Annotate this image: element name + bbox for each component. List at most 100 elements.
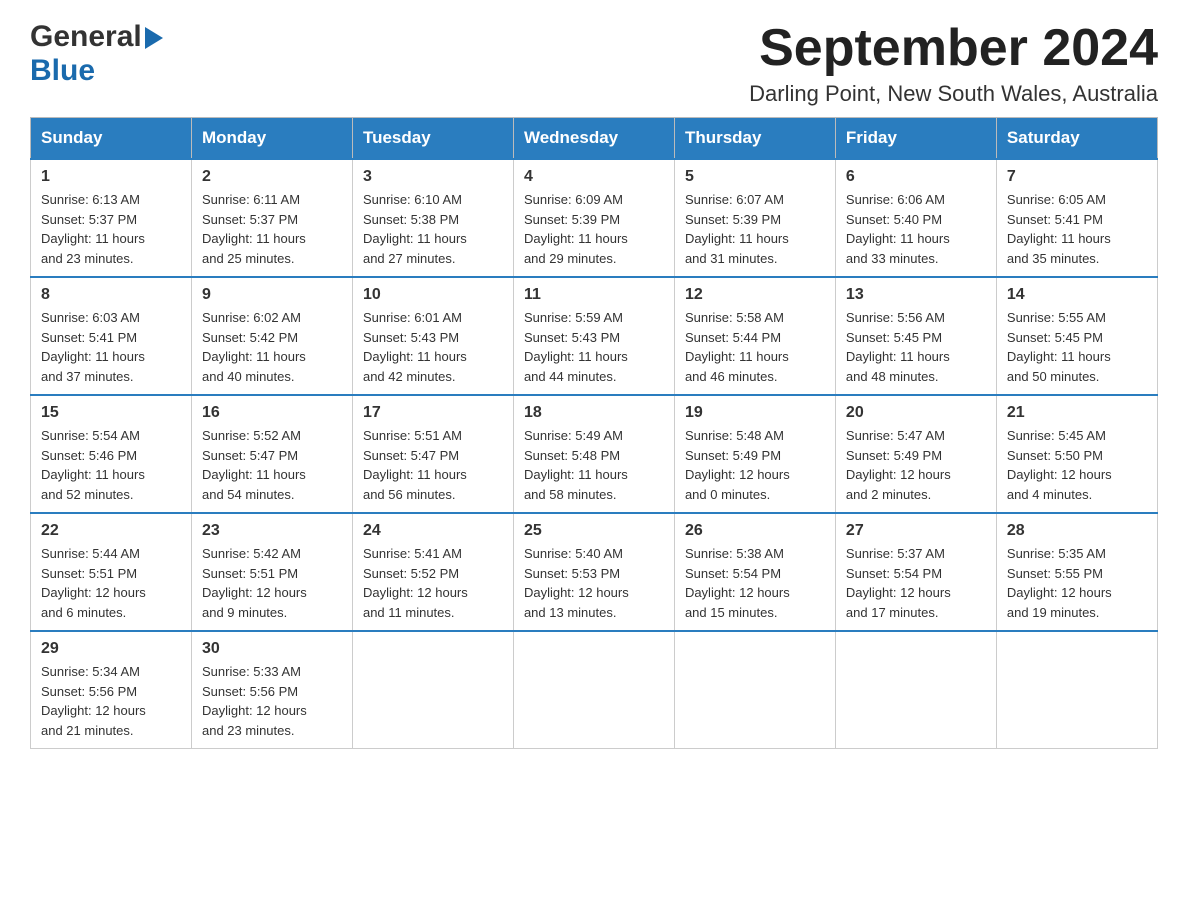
day-number: 22 <box>41 522 181 540</box>
day-number: 28 <box>1007 522 1147 540</box>
calendar-cell: 20 Sunrise: 5:47 AMSunset: 5:49 PMDayligh… <box>835 395 996 513</box>
day-number: 14 <box>1007 286 1147 304</box>
day-number: 16 <box>202 404 342 422</box>
calendar-cell: 25 Sunrise: 5:40 AMSunset: 5:53 PMDayligh… <box>513 513 674 631</box>
calendar-cell: 23 Sunrise: 5:42 AMSunset: 5:51 PMDayligh… <box>191 513 352 631</box>
calendar-cell <box>674 631 835 749</box>
calendar-cell: 12Sunrise: 5:58 AMSunset: 5:44 PMDayligh… <box>674 277 835 395</box>
calendar-week-row: 1 Sunrise: 6:13 AMSunset: 5:37 PMDaylight… <box>31 159 1158 277</box>
calendar-cell: 3Sunrise: 6:10 AMSunset: 5:38 PMDaylight… <box>352 159 513 277</box>
day-number: 21 <box>1007 404 1147 422</box>
calendar-cell: 9 Sunrise: 6:02 AMSunset: 5:42 PMDaylight… <box>191 277 352 395</box>
day-number: 12 <box>685 286 825 304</box>
day-number: 5 <box>685 168 825 186</box>
day-info: Sunrise: 5:34 AMSunset: 5:56 PMDaylight:… <box>41 662 181 740</box>
calendar-week-row: 22 Sunrise: 5:44 AMSunset: 5:51 PMDayligh… <box>31 513 1158 631</box>
calendar-cell: 2 Sunrise: 6:11 AMSunset: 5:37 PMDaylight… <box>191 159 352 277</box>
day-info: Sunrise: 6:07 AMSunset: 5:39 PMDaylight:… <box>685 190 825 268</box>
day-info: Sunrise: 5:44 AMSunset: 5:51 PMDaylight:… <box>41 544 181 622</box>
day-info: Sunrise: 5:40 AMSunset: 5:53 PMDaylight:… <box>524 544 664 622</box>
calendar-cell: 29 Sunrise: 5:34 AMSunset: 5:56 PMDayligh… <box>31 631 192 749</box>
day-number: 29 <box>41 640 181 658</box>
calendar-cell <box>996 631 1157 749</box>
location-subtitle: Darling Point, New South Wales, Australi… <box>749 81 1158 107</box>
calendar-week-row: 29 Sunrise: 5:34 AMSunset: 5:56 PMDayligh… <box>31 631 1158 749</box>
header-monday: Monday <box>191 118 352 160</box>
day-number: 30 <box>202 640 342 658</box>
calendar-cell: 10 Sunrise: 6:01 AMSunset: 5:43 PMDayligh… <box>352 277 513 395</box>
day-info: Sunrise: 6:01 AMSunset: 5:43 PMDaylight:… <box>363 308 503 386</box>
day-info: Sunrise: 6:05 AMSunset: 5:41 PMDaylight:… <box>1007 190 1147 268</box>
calendar-cell: 4 Sunrise: 6:09 AMSunset: 5:39 PMDaylight… <box>513 159 674 277</box>
calendar-cell: 14 Sunrise: 5:55 AMSunset: 5:45 PMDayligh… <box>996 277 1157 395</box>
day-number: 1 <box>41 168 181 186</box>
day-info: Sunrise: 5:59 AMSunset: 5:43 PMDaylight:… <box>524 308 664 386</box>
day-number: 4 <box>524 168 664 186</box>
day-info: Sunrise: 5:47 AMSunset: 5:49 PMDaylight:… <box>846 426 986 504</box>
month-year-title: September 2024 <box>749 20 1158 77</box>
header-saturday: Saturday <box>996 118 1157 160</box>
logo-blue-text: Blue <box>30 54 95 88</box>
header-tuesday: Tuesday <box>352 118 513 160</box>
day-info: Sunrise: 6:13 AMSunset: 5:37 PMDaylight:… <box>41 190 181 268</box>
calendar-cell: 16 Sunrise: 5:52 AMSunset: 5:47 PMDayligh… <box>191 395 352 513</box>
calendar-cell <box>513 631 674 749</box>
calendar-cell: 28Sunrise: 5:35 AMSunset: 5:55 PMDayligh… <box>996 513 1157 631</box>
day-info: Sunrise: 5:52 AMSunset: 5:47 PMDaylight:… <box>202 426 342 504</box>
title-block: September 2024 Darling Point, New South … <box>749 20 1158 107</box>
day-number: 24 <box>363 522 503 540</box>
day-info: Sunrise: 5:54 AMSunset: 5:46 PMDaylight:… <box>41 426 181 504</box>
day-info: Sunrise: 5:55 AMSunset: 5:45 PMDaylight:… <box>1007 308 1147 386</box>
day-number: 10 <box>363 286 503 304</box>
day-info: Sunrise: 6:09 AMSunset: 5:39 PMDaylight:… <box>524 190 664 268</box>
calendar-week-row: 8Sunrise: 6:03 AMSunset: 5:41 PMDaylight… <box>31 277 1158 395</box>
calendar-cell <box>352 631 513 749</box>
calendar-header-row: SundayMondayTuesdayWednesdayThursdayFrid… <box>31 118 1158 160</box>
day-info: Sunrise: 5:42 AMSunset: 5:51 PMDaylight:… <box>202 544 342 622</box>
calendar-cell: 21 Sunrise: 5:45 AMSunset: 5:50 PMDayligh… <box>996 395 1157 513</box>
header-friday: Friday <box>835 118 996 160</box>
day-number: 19 <box>685 404 825 422</box>
day-info: Sunrise: 5:49 AMSunset: 5:48 PMDaylight:… <box>524 426 664 504</box>
logo-general-text: General <box>30 20 142 54</box>
calendar-cell: 6Sunrise: 6:06 AMSunset: 5:40 PMDaylight… <box>835 159 996 277</box>
calendar-cell: 17 Sunrise: 5:51 AMSunset: 5:47 PMDayligh… <box>352 395 513 513</box>
day-info: Sunrise: 6:03 AMSunset: 5:41 PMDaylight:… <box>41 308 181 386</box>
day-number: 17 <box>363 404 503 422</box>
day-number: 15 <box>41 404 181 422</box>
day-number: 2 <box>202 168 342 186</box>
header-sunday: Sunday <box>31 118 192 160</box>
calendar-cell: 11 Sunrise: 5:59 AMSunset: 5:43 PMDayligh… <box>513 277 674 395</box>
day-number: 7 <box>1007 168 1147 186</box>
day-number: 20 <box>846 404 986 422</box>
day-info: Sunrise: 5:56 AMSunset: 5:45 PMDaylight:… <box>846 308 986 386</box>
day-info: Sunrise: 5:51 AMSunset: 5:47 PMDaylight:… <box>363 426 503 504</box>
calendar-table: SundayMondayTuesdayWednesdayThursdayFrid… <box>30 117 1158 749</box>
day-info: Sunrise: 6:06 AMSunset: 5:40 PMDaylight:… <box>846 190 986 268</box>
calendar-cell: 24Sunrise: 5:41 AMSunset: 5:52 PMDayligh… <box>352 513 513 631</box>
day-info: Sunrise: 5:37 AMSunset: 5:54 PMDaylight:… <box>846 544 986 622</box>
day-info: Sunrise: 5:45 AMSunset: 5:50 PMDaylight:… <box>1007 426 1147 504</box>
calendar-cell: 15 Sunrise: 5:54 AMSunset: 5:46 PMDayligh… <box>31 395 192 513</box>
logo: General Blue <box>30 20 163 88</box>
day-info: Sunrise: 6:11 AMSunset: 5:37 PMDaylight:… <box>202 190 342 268</box>
calendar-cell: 8Sunrise: 6:03 AMSunset: 5:41 PMDaylight… <box>31 277 192 395</box>
day-info: Sunrise: 6:02 AMSunset: 5:42 PMDaylight:… <box>202 308 342 386</box>
header-wednesday: Wednesday <box>513 118 674 160</box>
logo-arrow-icon <box>145 27 163 49</box>
calendar-cell: 7 Sunrise: 6:05 AMSunset: 5:41 PMDaylight… <box>996 159 1157 277</box>
day-number: 9 <box>202 286 342 304</box>
day-number: 25 <box>524 522 664 540</box>
calendar-cell: 5 Sunrise: 6:07 AMSunset: 5:39 PMDaylight… <box>674 159 835 277</box>
calendar-cell <box>835 631 996 749</box>
page-header: General Blue September 2024 Darling Poin… <box>30 20 1158 107</box>
day-number: 23 <box>202 522 342 540</box>
calendar-cell: 18 Sunrise: 5:49 AMSunset: 5:48 PMDayligh… <box>513 395 674 513</box>
day-number: 11 <box>524 286 664 304</box>
day-number: 18 <box>524 404 664 422</box>
calendar-cell: 1 Sunrise: 6:13 AMSunset: 5:37 PMDaylight… <box>31 159 192 277</box>
day-info: Sunrise: 6:10 AMSunset: 5:38 PMDaylight:… <box>363 190 503 268</box>
calendar-week-row: 15 Sunrise: 5:54 AMSunset: 5:46 PMDayligh… <box>31 395 1158 513</box>
day-info: Sunrise: 5:33 AMSunset: 5:56 PMDaylight:… <box>202 662 342 740</box>
day-number: 13 <box>846 286 986 304</box>
